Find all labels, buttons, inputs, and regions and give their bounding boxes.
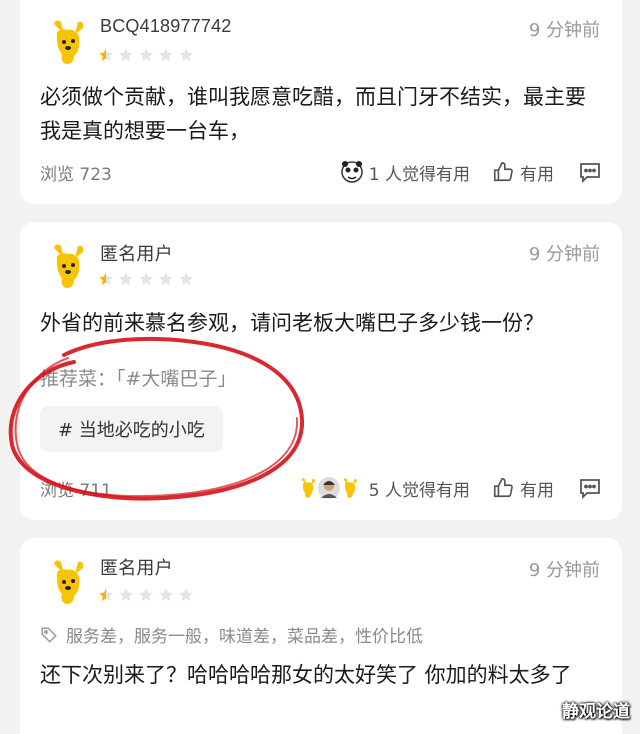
review-card-1: BCQ418977742 9 分钟前 必须做个贡献，谁叫我愿意吃醋，而且门牙不结… (20, 0, 622, 204)
star-icon (179, 588, 193, 602)
helpful-count: 5 人觉得有用 (299, 476, 470, 501)
comment-icon (580, 479, 600, 499)
review-content: 必须做个贡献，谁叫我愿意吃醋，而且门牙不结实，最主要我是真的想要一台车， (40, 85, 586, 143)
review-footer: 浏览 723 1 人觉得有用 有用 (40, 158, 602, 186)
review-card-2: 匿名用户 9 分钟前 外省的前来慕名参观，请问老板大嘴巴子多少钱一份？ 推荐菜：… (8, 222, 622, 520)
review-content: 还下次别来了？哈哈哈哈那女的太好笑了 你加的料太多了 (40, 663, 572, 687)
useful-label: 有用 (520, 164, 554, 185)
star-icon (159, 272, 173, 286)
tag-icon (41, 627, 57, 643)
star-icon (139, 272, 153, 286)
review-username[interactable]: BCQ418977742 (100, 16, 232, 37)
star-icon (159, 48, 173, 62)
dog-avatar-icon (343, 478, 357, 498)
panda-avatar-icon (341, 161, 363, 183)
rating-stars (98, 271, 194, 287)
star-icon (139, 48, 153, 62)
thumbs-up-icon (493, 162, 513, 182)
star-icon (99, 48, 113, 62)
review-time: 9 分钟前 (528, 560, 600, 581)
useful-label: 有用 (520, 480, 554, 501)
star-icon (159, 588, 173, 602)
review-username[interactable]: 匿名用户 (100, 240, 173, 266)
view-count: 浏览 723 (40, 164, 112, 185)
star-icon (179, 272, 193, 286)
star-icon (139, 588, 153, 602)
helpful-count: 1 人觉得有用 (339, 159, 470, 185)
star-icon (119, 272, 133, 286)
review-username[interactable]: 匿名用户 (100, 554, 173, 580)
star-icon (99, 588, 113, 602)
rating-criteria-label: 服务差，服务一般，味道差，菜品差，性价比低 (66, 627, 423, 647)
star-icon (99, 272, 113, 286)
rating-stars (98, 47, 194, 63)
comment-button[interactable] (578, 161, 602, 183)
star-icon (179, 48, 193, 62)
comment-button[interactable] (578, 477, 602, 499)
star-icon (119, 588, 133, 602)
dog-avatar-icon[interactable] (48, 558, 88, 606)
helpful-count-label: 5 人觉得有用 (368, 480, 470, 501)
useful-button[interactable]: 有用 (492, 476, 554, 501)
comment-icon (580, 163, 600, 183)
star-icon (119, 48, 133, 62)
annotation-circle (8, 336, 305, 501)
rating-criteria: 服务差，服务一般，味道差，菜品差，性价比低 (40, 622, 423, 647)
thumbs-up-icon (493, 478, 513, 498)
useful-button[interactable]: 有用 (492, 160, 554, 185)
helpful-count-label: 1 人觉得有用 (368, 164, 470, 185)
dog-avatar-icon[interactable] (48, 18, 88, 66)
rating-stars (98, 587, 194, 603)
dog-avatar-icon[interactable] (48, 242, 88, 290)
review-time: 9 分钟前 (528, 244, 600, 265)
watermark: 静观论道 (562, 702, 630, 722)
review-time: 9 分钟前 (528, 20, 600, 41)
review-card-3: 匿名用户 9 分钟前 服务差，服务一般，味道差，菜品差，性价比低 还下次别来了？… (20, 538, 622, 734)
